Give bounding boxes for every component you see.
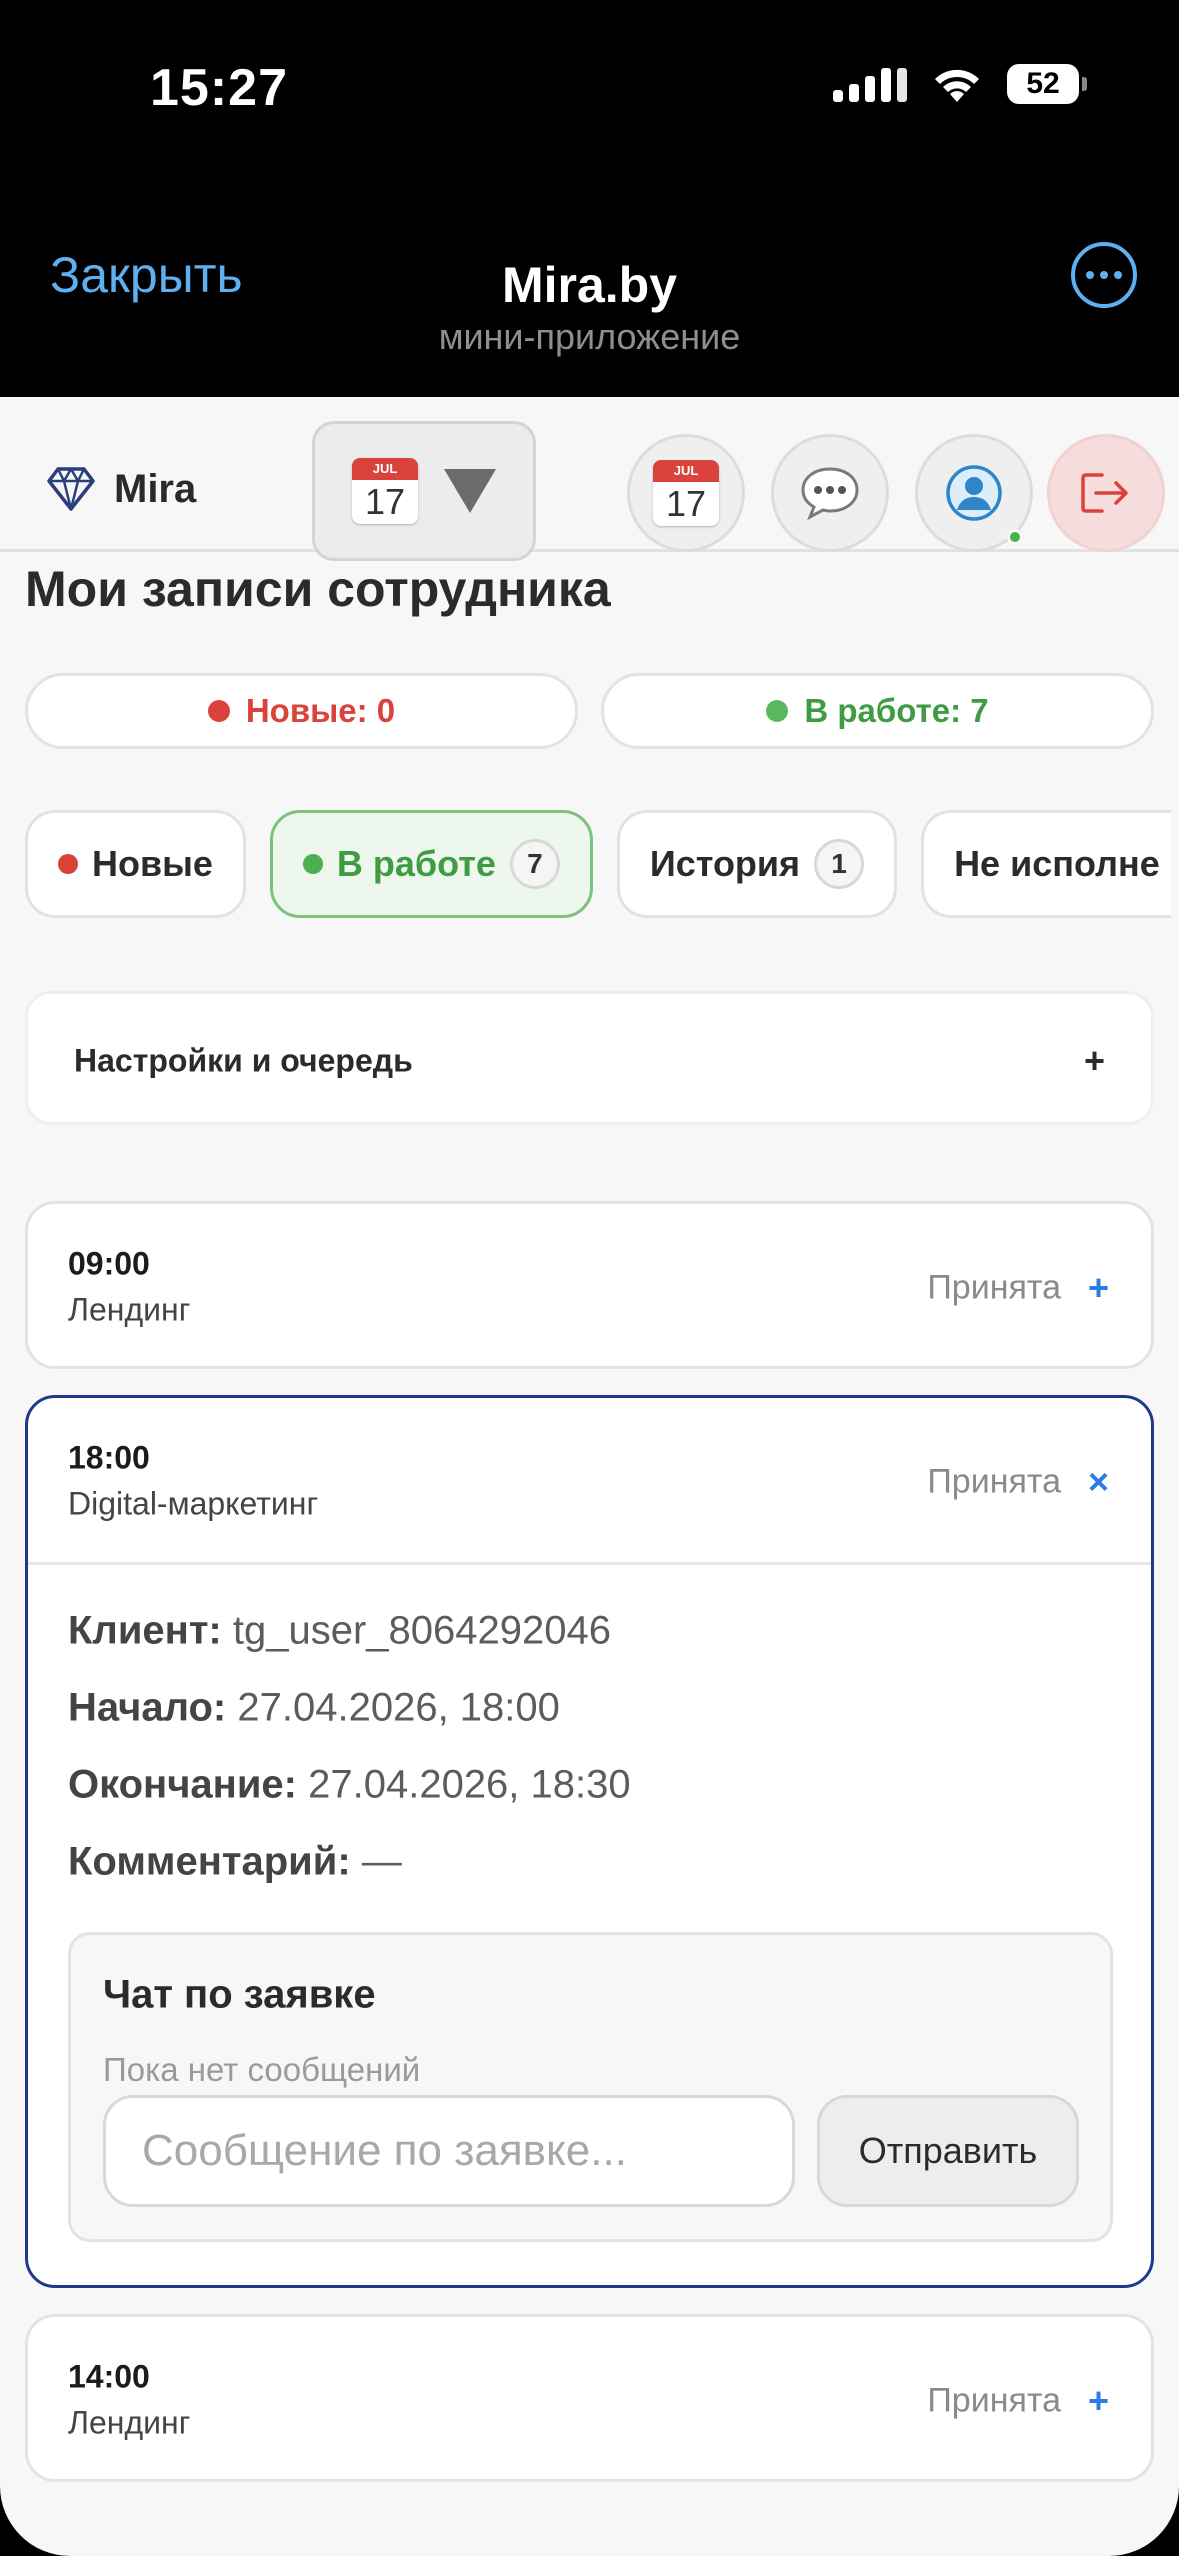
appointment-status: Принята bbox=[927, 2381, 1061, 2420]
calendar-button[interactable]: JUL 17 bbox=[627, 434, 745, 552]
settings-title: Настройки и очередь bbox=[74, 1042, 413, 1079]
filter-tabs: Новые В работе 7 История 1 Не исполне bbox=[25, 810, 1172, 918]
online-status-dot bbox=[1007, 529, 1023, 545]
status-dot bbox=[207, 700, 230, 722]
appointment-service: Лендинг bbox=[68, 2404, 191, 2441]
logout-button[interactable] bbox=[1047, 434, 1165, 552]
count-badge: 7 bbox=[509, 839, 560, 889]
comment-row: Комментарий: — bbox=[68, 1839, 402, 1884]
appointment-card[interactable]: 09:00 Лендинг Принята + bbox=[25, 1201, 1154, 1369]
calendar-icon: JUL 17 bbox=[352, 458, 418, 524]
settings-and-queue-panel[interactable]: Настройки и очередь + bbox=[25, 991, 1154, 1125]
expand-plus-icon[interactable]: + bbox=[1084, 1040, 1105, 1082]
status-bar: 15:27 52 bbox=[0, 0, 1179, 175]
appointment-service: Лендинг bbox=[68, 1291, 191, 1328]
status-dot bbox=[58, 854, 78, 874]
status-dot bbox=[302, 854, 323, 874]
expand-plus-icon[interactable]: + bbox=[1088, 1267, 1109, 1309]
tab-not-completed[interactable]: Не исполне bbox=[921, 810, 1172, 918]
logout-icon bbox=[1081, 473, 1128, 513]
client-row: Клиент: tg_user_8064292046 bbox=[68, 1608, 611, 1653]
speech-bubble-icon bbox=[801, 467, 859, 521]
wifi-icon bbox=[935, 69, 979, 102]
appointment-status: Принята bbox=[927, 1462, 1061, 1501]
app-bar: Mira JUL 17 JUL 17 bbox=[0, 397, 1179, 561]
cellular-signal-icon bbox=[833, 66, 907, 102]
battery-icon: 52 bbox=[1007, 64, 1087, 104]
miniapp-title: Mira.by bbox=[501, 257, 678, 313]
expand-plus-icon[interactable]: + bbox=[1088, 2380, 1109, 2422]
appointment-service: Digital-маркетинг bbox=[68, 1485, 319, 1522]
appointment-status: Принята bbox=[927, 1268, 1061, 1307]
send-button[interactable]: Отправить bbox=[817, 2095, 1079, 2207]
chat-button[interactable] bbox=[771, 434, 889, 552]
app-content: Mira JUL 17 JUL 17 Мои записи сотрудника… bbox=[0, 397, 1179, 2556]
user-avatar-icon bbox=[946, 465, 1002, 521]
calendar-icon: JUL 17 bbox=[653, 460, 719, 526]
chat-title: Чат по заявке bbox=[103, 1972, 376, 2017]
tab-in-work[interactable]: В работе 7 bbox=[269, 810, 593, 918]
tab-new[interactable]: Новые bbox=[25, 810, 246, 918]
brand-name: Mira bbox=[114, 466, 197, 511]
more-options-icon[interactable] bbox=[1071, 242, 1137, 308]
status-time: 15:27 bbox=[150, 59, 288, 117]
end-row: Окончание: 27.04.2026, 18:30 bbox=[68, 1762, 631, 1807]
chat-message-input[interactable] bbox=[103, 2095, 795, 2207]
summary-in-work: В работе: 7 bbox=[601, 673, 1154, 749]
summary-new: Новые: 0 bbox=[25, 673, 578, 749]
request-chat: Чат по заявке Пока нет сообщений Отправи… bbox=[68, 1932, 1113, 2242]
dropdown-triangle-icon bbox=[444, 469, 496, 513]
diamond-icon bbox=[47, 467, 95, 511]
telegram-header: Закрыть Mira.by мини-приложение bbox=[0, 175, 1179, 397]
status-dot bbox=[766, 700, 789, 722]
appointment-time: 18:00 bbox=[68, 1439, 150, 1476]
start-row: Начало: 27.04.2026, 18:00 bbox=[68, 1685, 560, 1730]
appointment-time: 14:00 bbox=[68, 2358, 150, 2395]
chat-empty-text: Пока нет сообщений bbox=[103, 2051, 421, 2088]
brand-logo[interactable]: Mira bbox=[46, 466, 196, 512]
divider bbox=[28, 1562, 1151, 1565]
appointment-card-expanded[interactable]: 18:00 Digital-маркетинг Принята × Клиент… bbox=[25, 1395, 1154, 2288]
appointment-time: 09:00 bbox=[68, 1245, 150, 1282]
count-badge: 1 bbox=[814, 839, 865, 889]
tab-history[interactable]: История 1 bbox=[616, 810, 898, 918]
appointment-card[interactable]: 14:00 Лендинг Принята + bbox=[25, 2314, 1154, 2482]
status-icons: 52 bbox=[833, 64, 1087, 104]
collapse-close-icon[interactable]: × bbox=[1088, 1461, 1109, 1503]
calendar-dropdown[interactable]: JUL 17 bbox=[312, 421, 536, 561]
page-title: Мои записи сотрудника bbox=[25, 561, 611, 617]
miniapp-subtitle: мини-приложение bbox=[438, 316, 741, 357]
